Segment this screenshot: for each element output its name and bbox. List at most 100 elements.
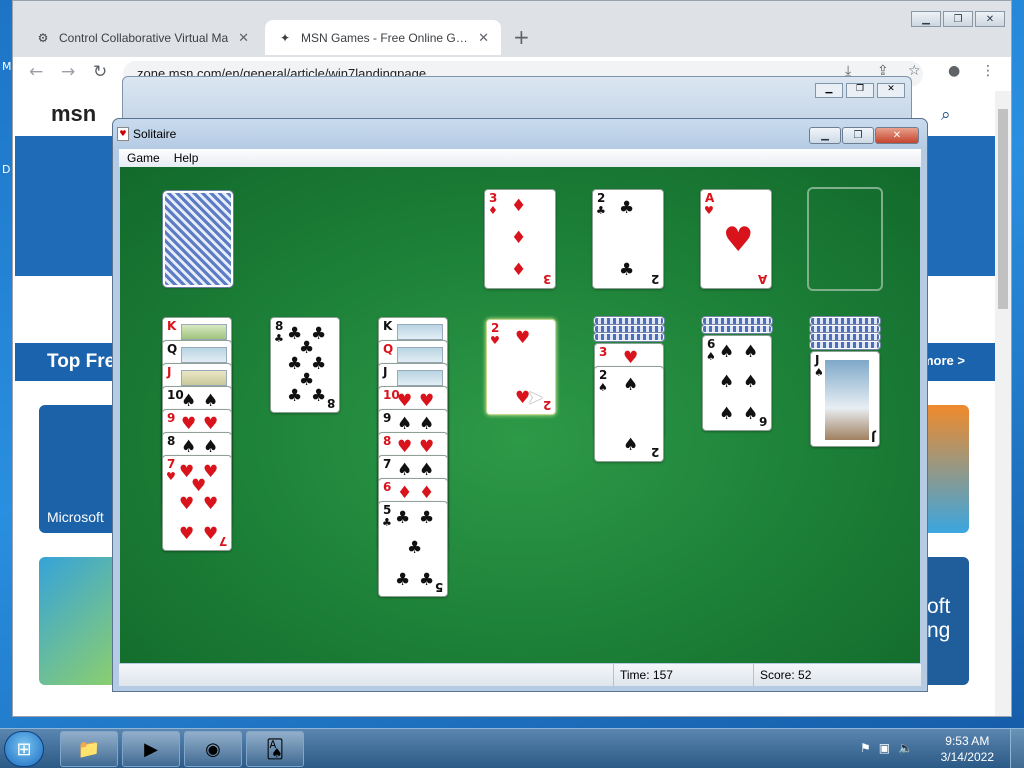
card-five[interactable]: 5 ♣ ♣ ♣ ♣ ♣ ♣ 5 [378,501,448,597]
card-rank: 6 [707,337,716,351]
stock-pile[interactable] [162,190,234,288]
club-icon: ♣ [287,386,303,406]
card-back [809,340,881,350]
close-button[interactable]: ✕ [877,83,905,98]
heart-icon: ♥ [179,524,195,544]
card-rank: J [870,430,875,444]
tab-msn-games[interactable]: ✦ MSN Games - Free Online Game ✕ [265,20,501,55]
game-tile[interactable] [923,405,969,533]
forward-icon[interactable]: → [61,62,75,82]
new-tab-button[interactable]: + [513,25,530,49]
diamond-icon: ♦ [419,483,435,503]
diamond-icon: ♦ [488,204,498,217]
action-center-icon[interactable]: ⚑ [860,741,871,755]
start-button[interactable]: ⊞ [4,731,44,767]
heart-icon: ♥ [203,494,219,514]
scrollbar-thumb[interactable] [998,109,1008,309]
diamond-icon: ♦ [511,228,527,248]
spade-icon: ♠ [181,437,197,457]
network-icon[interactable]: ▣ [879,741,890,755]
window-controls: ▁ ❐ ✕ [809,127,919,144]
diamond-icon: ♦ [397,483,413,503]
spade-icon: ♠ [419,414,435,434]
spade-icon: ♠ [719,404,735,424]
minimize-button[interactable]: ▁ [809,127,841,144]
solitaire-app-icon: ♥ [117,127,129,141]
tab-favicon-icon: ⚙ [37,30,49,45]
more-link[interactable]: more > [922,353,965,368]
card-eight-clubs[interactable]: 8 ♣ ♣ ♣ ♣ ♣ ♣ ♣ ♣ ♣ 8 [270,317,340,413]
chrome-taskbar-button[interactable]: ◉ [184,731,242,767]
club-icon: ♣ [311,386,327,406]
page-scrollbar[interactable] [995,91,1011,716]
card-rank: 8 [167,434,176,448]
msn-favicon-icon: ✦ [279,30,291,45]
card-rank: K [383,319,393,333]
close-button[interactable]: ✕ [975,11,1005,27]
card-back [701,316,773,326]
game-tile-solitaire[interactable]: Microsoft [39,405,119,533]
card-rank: 3 [489,191,498,205]
menu-help[interactable]: Help [174,149,199,167]
card-rank: 9 [383,411,392,425]
clock[interactable]: 9:53 AM 3/14/2022 [941,733,994,765]
game-tile[interactable] [39,557,119,685]
card-rank: 2 [491,321,500,335]
card-rank: 2 [597,191,606,205]
tab-close-icon[interactable]: ✕ [478,30,489,46]
spade-icon: ♠ [719,342,735,362]
reload-icon[interactable]: ↻ [93,62,107,82]
menu-game[interactable]: Game [127,149,160,167]
media-player-taskbar-button[interactable]: ▶ [122,731,180,767]
club-icon: ♣ [419,570,435,590]
card-rank: 8 [383,434,392,448]
club-icon: ♣ [619,198,635,218]
card-seven[interactable]: 7 ♥ ♥ ♥ ♥ ♥ ♥ ♥ ♥ 7 [162,455,232,551]
back-icon[interactable]: ← [29,62,43,82]
close-button[interactable]: ✕ [875,127,919,144]
menu-kebab-icon[interactable]: ⋮ [981,63,995,79]
card-rank: 8 [326,396,335,410]
score-value: 52 [798,668,812,682]
solitaire-icon: 🂡 [265,739,285,760]
foundation-clubs[interactable]: 2 ♣ ♣ ♣ 2 [592,189,664,289]
card-jack-spades[interactable]: J ♠ J [810,351,880,447]
heart-icon: ♥ [166,470,176,483]
tab-close-icon[interactable]: ✕ [238,30,249,46]
foundation-diamonds[interactable]: 3 ♦ ♦ ♦ ♦ 3 [484,189,556,289]
explorer-taskbar-button[interactable]: 📁 [60,731,118,767]
foundation-hearts[interactable]: A ♥ ♥ A [700,189,772,289]
maximize-button[interactable]: ❐ [943,11,973,27]
spade-icon: ♠ [397,414,413,434]
show-desktop-button[interactable] [1010,729,1024,768]
volume-icon[interactable]: 🔈 [898,741,913,755]
spade-icon: ♠ [743,404,759,424]
maximize-button[interactable]: ❐ [846,83,874,98]
card-six-spades[interactable]: 6 ♠ ♠ ♠ ♠ ♠ ♠ ♠ 6 [702,335,772,431]
minimize-button[interactable]: ▁ [911,11,941,27]
spade-icon: ♠ [397,460,413,480]
tab-control-collaborative[interactable]: ⚙ Control Collaborative Virtual Ma ✕ [23,20,261,55]
solitaire-taskbar-button[interactable]: 🂡 [246,731,304,767]
spade-icon: ♠ [598,381,608,394]
card-two-spades[interactable]: 2 ♠ ♠ ♠ 2 [594,366,664,462]
minimize-button[interactable]: ▁ [815,83,843,98]
club-icon: ♣ [382,516,392,529]
heart-icon: ♥ [623,348,639,368]
maximize-button[interactable]: ❐ [842,127,874,144]
card-back [809,332,881,342]
card-rank: 2 [650,445,659,459]
desktop-icon-label[interactable]: M [2,60,12,73]
foundation-empty-slot[interactable] [807,187,883,291]
msn-logo[interactable]: msn [51,101,96,127]
card-two-hearts[interactable]: 2 ♥ ♥ ♥ 2 [486,319,556,415]
search-icon[interactable]: ⌕ [941,105,951,125]
heart-icon: ♥ [723,220,754,260]
profile-icon[interactable]: ● [948,63,960,79]
game-tile[interactable]: oft ng [923,557,969,685]
spade-icon: ♠ [419,460,435,480]
card-back [809,324,881,334]
time-display: Time: 157 [613,664,753,686]
game-table[interactable]: 3 ♦ ♦ ♦ ♦ 3 2 ♣ ♣ ♣ 2 A ♥ ♥ A K Q J 10 ♠ ♠… [120,167,920,663]
desktop-icon-label[interactable]: D [2,163,10,176]
